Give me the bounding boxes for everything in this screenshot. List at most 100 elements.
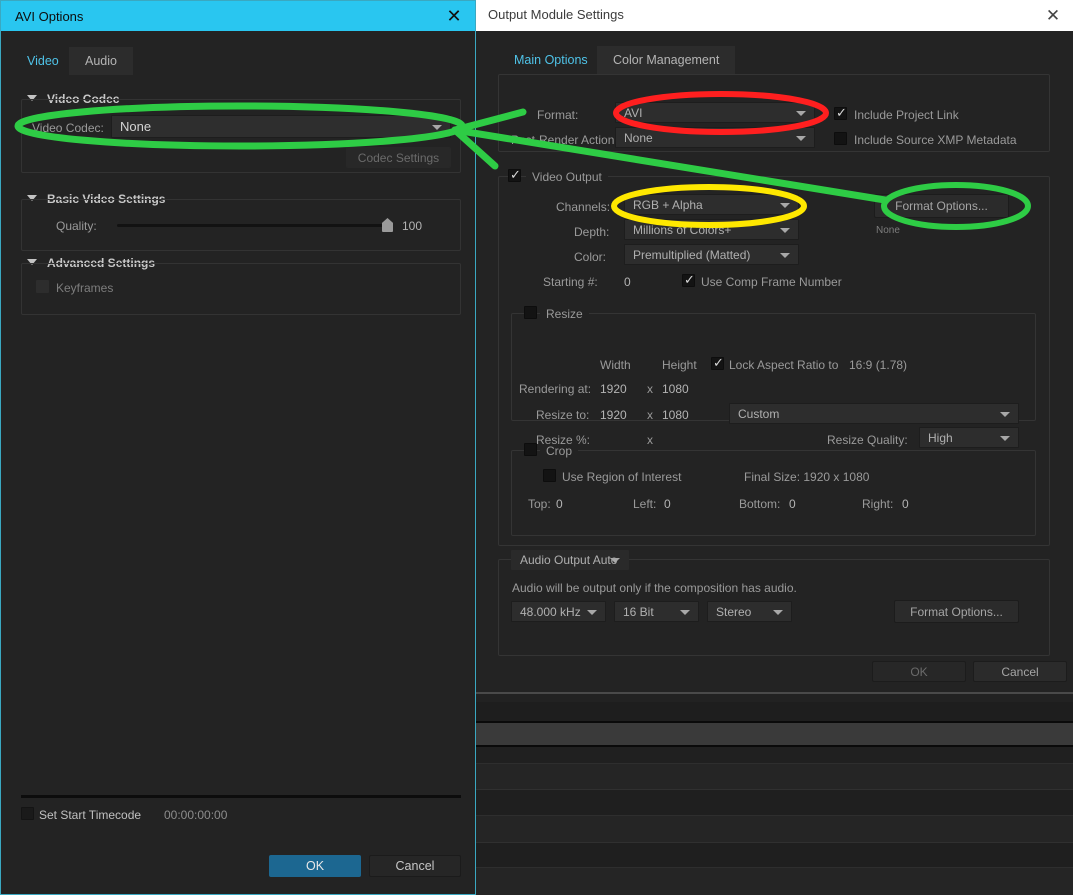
oms-ok-button[interactable]: OK: [872, 661, 966, 682]
channels-dropdown[interactable]: RGB + Alpha: [624, 194, 799, 215]
resize-percent-x: x: [647, 433, 653, 447]
oms-title-text: Output Module Settings: [488, 7, 624, 22]
keyframes-label: Keyframes: [56, 281, 114, 295]
depth-dropdown[interactable]: Millions of Colors+: [624, 219, 799, 240]
timecode-value[interactable]: 00:00:00:00: [164, 808, 227, 822]
video-codec-label: Video Codec:: [32, 121, 104, 135]
audio-format-options-label: Format Options...: [910, 604, 1003, 619]
chevron-down-icon: [796, 110, 806, 116]
audio-output-mode-dropdown[interactable]: Audio Output Auto: [511, 550, 629, 570]
video-format-options-button[interactable]: Format Options...: [874, 194, 1009, 218]
crop-bottom-value[interactable]: 0: [789, 497, 796, 511]
close-icon[interactable]: ✕: [1041, 4, 1065, 28]
resize-quality-dropdown[interactable]: High: [919, 427, 1019, 448]
avi-ok-button[interactable]: OK: [269, 855, 361, 877]
audio-bit-depth-dropdown[interactable]: 16 Bit: [614, 601, 699, 622]
include-xmp-checkbox[interactable]: [834, 132, 847, 145]
codec-settings-label: Codec Settings: [357, 150, 440, 165]
oms-cancel-button[interactable]: Cancel: [973, 661, 1067, 682]
avi-footer-divider: [21, 795, 461, 798]
chevron-down-icon: [1000, 435, 1010, 441]
chevron-down-icon: [610, 558, 620, 563]
avi-ok-label: OK: [305, 859, 325, 873]
video-output-title: Video Output: [526, 170, 608, 184]
output-module-settings-dialog: Output Module Settings ✕ Main Options Co…: [476, 0, 1073, 692]
chevron-down-icon: [796, 135, 806, 141]
format-dropdown[interactable]: AVI: [615, 102, 815, 123]
format-label: Format:: [537, 108, 579, 122]
video-format-options-status: None: [876, 225, 900, 236]
color-value: Premultiplied (Matted): [633, 247, 751, 262]
audio-format-options-button[interactable]: Format Options...: [894, 600, 1019, 623]
quality-slider-track[interactable]: [117, 224, 387, 227]
resize-quality-label: Resize Quality:: [827, 433, 908, 447]
resize-to-height[interactable]: 1080: [662, 408, 689, 422]
tab-audio[interactable]: Audio: [69, 47, 133, 75]
crop-left-value[interactable]: 0: [664, 497, 671, 511]
post-render-action-value: None: [624, 130, 653, 145]
tab-main-options[interactable]: Main Options: [498, 46, 604, 74]
lock-aspect-ratio-value: 16:9 (1.78): [849, 358, 908, 372]
use-comp-frame-number-label: Use Comp Frame Number: [701, 275, 842, 289]
crop-top-label: Top:: [528, 497, 551, 511]
oms-titlebar: Output Module Settings ✕: [476, 0, 1073, 31]
starting-number-value[interactable]: 0: [624, 275, 631, 289]
chevron-down-icon: [1000, 411, 1010, 417]
resize-to-x: x: [647, 408, 653, 422]
avi-cancel-label: Cancel: [395, 859, 435, 873]
resize-preset-dropdown[interactable]: Custom: [729, 403, 1019, 424]
chevron-down-icon: [780, 252, 790, 258]
avi-title-text: AVI Options: [15, 8, 84, 24]
quality-value[interactable]: 100: [402, 219, 422, 233]
audio-bit-depth-value: 16 Bit: [623, 604, 654, 619]
post-render-action-dropdown[interactable]: None: [615, 127, 815, 148]
set-start-timecode-label: Set Start Timecode: [39, 808, 142, 822]
tab-video[interactable]: Video: [11, 47, 75, 75]
use-region-of-interest-checkbox[interactable]: [543, 469, 556, 482]
rendering-at-x: x: [647, 382, 653, 396]
crop-checkbox[interactable]: [524, 443, 537, 456]
include-project-link-checkbox[interactable]: [834, 105, 847, 120]
audio-sample-rate-dropdown[interactable]: 48.000 kHz: [511, 601, 606, 622]
use-comp-frame-number-checkbox[interactable]: [682, 272, 695, 287]
chevron-down-icon: [773, 609, 783, 615]
oms-cancel-label: Cancel: [1001, 664, 1039, 679]
oms-body: Main Options Color Management Format: AV…: [476, 31, 1073, 692]
set-start-timecode-checkbox[interactable]: [21, 807, 34, 820]
lock-aspect-ratio-label: Lock Aspect Ratio to: [729, 358, 839, 372]
depth-label: Depth:: [574, 225, 610, 239]
resize-to-width[interactable]: 1920: [600, 408, 627, 422]
avi-cancel-button[interactable]: Cancel: [369, 855, 461, 877]
include-project-link-label: Include Project Link: [854, 108, 959, 122]
avi-tabs: Video Audio: [11, 47, 311, 75]
color-label: Color:: [574, 250, 607, 264]
audio-channels-dropdown[interactable]: Stereo: [707, 601, 792, 622]
crop-title: Crop: [540, 444, 579, 458]
crop-left-label: Left:: [633, 497, 657, 511]
lock-aspect-ratio-checkbox[interactable]: [711, 355, 724, 370]
audio-output-mode-value: Audio Output Auto: [520, 553, 618, 567]
final-size-label: Final Size: 1920 x 1080: [744, 470, 870, 484]
resize-checkbox[interactable]: [524, 306, 537, 319]
video-output-checkbox[interactable]: [508, 167, 521, 182]
oms-tabs: Main Options Color Management: [498, 46, 948, 74]
close-icon[interactable]: ✕: [443, 5, 465, 27]
resize-height-header: Height: [662, 358, 697, 372]
chevron-down-icon: [587, 609, 597, 615]
resize-quality-value: High: [928, 430, 953, 445]
quality-label: Quality:: [56, 219, 97, 233]
resize-to-label: Resize to:: [536, 408, 590, 422]
tab-color-management[interactable]: Color Management: [597, 46, 736, 74]
depth-value: Millions of Colors+: [633, 222, 732, 237]
avi-options-dialog: AVI Options ✕ Video Audio Video Codec Vi…: [0, 0, 476, 895]
video-codec-value: None: [120, 119, 152, 134]
video-codec-dropdown[interactable]: None: [111, 115, 451, 138]
rendering-at-width: 1920: [600, 382, 627, 396]
crop-top-value[interactable]: 0: [556, 497, 563, 511]
keyframes-checkbox[interactable]: [36, 280, 49, 293]
codec-settings-button[interactable]: Codec Settings: [346, 147, 451, 168]
crop-right-label: Right:: [862, 497, 894, 511]
include-xmp-label: Include Source XMP Metadata: [854, 133, 1017, 147]
color-dropdown[interactable]: Premultiplied (Matted): [624, 244, 799, 265]
crop-right-value[interactable]: 0: [902, 497, 909, 511]
